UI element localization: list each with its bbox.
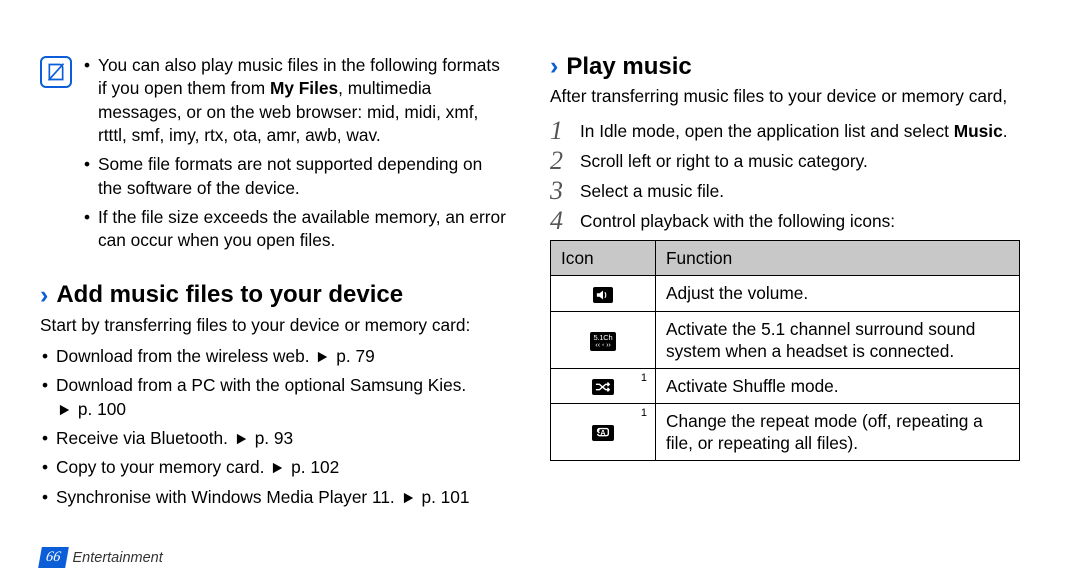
triangle-marker-icon: ►	[57, 398, 72, 421]
icon-cell	[551, 276, 656, 311]
list-item: Receive via Bluetooth. ► p. 93	[40, 427, 510, 450]
action-list: Download from the wireless web. ► p. 79 …	[40, 345, 510, 509]
info-bullet-list: You can also play music files in the fol…	[82, 54, 510, 253]
repeat-icon: A	[592, 425, 614, 441]
step-item: 1 In Idle mode, open the application lis…	[550, 116, 1020, 144]
step-number: 1	[550, 116, 580, 144]
table-row: A 1 Change the repeat mode (off, repeati…	[551, 403, 1020, 460]
info-bullet: Some file formats are not supported depe…	[82, 153, 510, 200]
table-row: 5.1Ch‹‹ ◦ ›› Activate the 5.1 channel su…	[551, 311, 1020, 368]
step-item: 4 Control playback with the following ic…	[550, 206, 1020, 234]
svg-text:A: A	[600, 430, 605, 438]
step-list: 1 In Idle mode, open the application lis…	[550, 116, 1020, 234]
text: Synchronise with Windows Media Player 11…	[56, 487, 400, 507]
manual-page: You can also play music files in the fol…	[0, 0, 1080, 586]
chevron-right-icon: ›	[40, 281, 48, 310]
triangle-marker-icon: ►	[400, 486, 415, 509]
triangle-marker-icon: ►	[270, 456, 285, 479]
icon-cell: 5.1Ch‹‹ ◦ ››	[551, 311, 656, 368]
step-item: 3 Select a music file.	[550, 176, 1020, 204]
page-number: 66	[38, 547, 68, 568]
footnote-marker: 1	[641, 406, 647, 420]
footnote-marker: 1	[641, 371, 647, 385]
text: Copy to your memory card.	[56, 457, 269, 477]
bold-text: My Files	[270, 78, 338, 98]
subheading-text: Add music files to your device	[56, 281, 403, 309]
icon-function-table: Icon Function Adjust the volume. 5.1Ch‹‹…	[550, 240, 1020, 461]
triangle-marker-icon: ►	[234, 427, 249, 450]
icon-cell: A 1	[551, 403, 656, 460]
function-cell: Activate Shuffle mode.	[656, 368, 1020, 403]
shuffle-icon	[592, 379, 614, 395]
left-column: You can also play music files in the fol…	[40, 54, 530, 576]
list-item: Download from the wireless web. ► p. 79	[40, 345, 510, 368]
page-footer: 66 Entertainment	[40, 547, 163, 568]
page-ref: p. 102	[291, 457, 339, 477]
info-body: You can also play music files in the fol…	[82, 54, 510, 259]
text: In Idle mode, open the application list …	[580, 121, 954, 141]
icon-cell: 1	[551, 368, 656, 403]
triangle-marker-icon: ►	[315, 345, 330, 368]
intro-paragraph: After transferring music files to your d…	[550, 85, 1020, 108]
chevron-right-icon: ›	[550, 52, 558, 81]
surround-5-1-icon: 5.1Ch‹‹ ◦ ››	[590, 332, 615, 351]
subheading-play-music: › Play music	[550, 52, 1020, 81]
list-item: Synchronise with Windows Media Player 11…	[40, 486, 510, 509]
right-column: › Play music After transferring music fi…	[530, 54, 1020, 576]
page-ref: p. 101	[421, 487, 469, 507]
intro-paragraph: Start by transferring files to your devi…	[40, 314, 510, 337]
note-icon	[40, 56, 72, 88]
table-row: Adjust the volume.	[551, 276, 1020, 311]
subheading-add-music: › Add music files to your device	[40, 281, 510, 310]
text: If the file size exceeds the available m…	[98, 207, 506, 250]
info-box: You can also play music files in the fol…	[40, 54, 510, 259]
page-ref: p. 93	[255, 428, 293, 448]
function-cell: Activate the 5.1 channel surround sound …	[656, 311, 1020, 368]
step-number: 2	[550, 146, 580, 174]
subheading-text: Play music	[566, 53, 691, 81]
text: Some file formats are not supported depe…	[98, 154, 482, 197]
step-body: Select a music file.	[580, 176, 1020, 203]
text: Download from a PC with the optional Sam…	[56, 375, 466, 395]
function-cell: Change the repeat mode (off, repeating a…	[656, 403, 1020, 460]
info-bullet: You can also play music files in the fol…	[82, 54, 510, 147]
text: Receive via Bluetooth.	[56, 428, 233, 448]
text: Download from the wireless web.	[56, 346, 314, 366]
info-icon-wrap	[40, 54, 82, 259]
page-ref: p. 79	[336, 346, 374, 366]
table-header-row: Icon Function	[551, 241, 1020, 276]
step-body: In Idle mode, open the application list …	[580, 116, 1020, 143]
function-cell: Adjust the volume.	[656, 276, 1020, 311]
info-bullet: If the file size exceeds the available m…	[82, 206, 510, 253]
page-ref: p. 100	[78, 399, 126, 419]
step-body: Scroll left or right to a music category…	[580, 146, 1020, 173]
volume-icon	[593, 287, 613, 303]
list-item: Copy to your memory card. ► p. 102	[40, 456, 510, 479]
step-number: 3	[550, 176, 580, 204]
col-header-function: Function	[656, 241, 1020, 276]
icon-label: 5.1Ch	[593, 333, 612, 342]
table-row: 1 Activate Shuffle mode.	[551, 368, 1020, 403]
bold-text: Music	[954, 121, 1003, 141]
list-item: Download from a PC with the optional Sam…	[40, 374, 510, 421]
col-header-icon: Icon	[551, 241, 656, 276]
step-number: 4	[550, 206, 580, 234]
section-name: Entertainment	[73, 550, 163, 566]
step-body: Control playback with the following icon…	[580, 206, 1020, 233]
text: .	[1003, 121, 1008, 141]
step-item: 2 Scroll left or right to a music catego…	[550, 146, 1020, 174]
